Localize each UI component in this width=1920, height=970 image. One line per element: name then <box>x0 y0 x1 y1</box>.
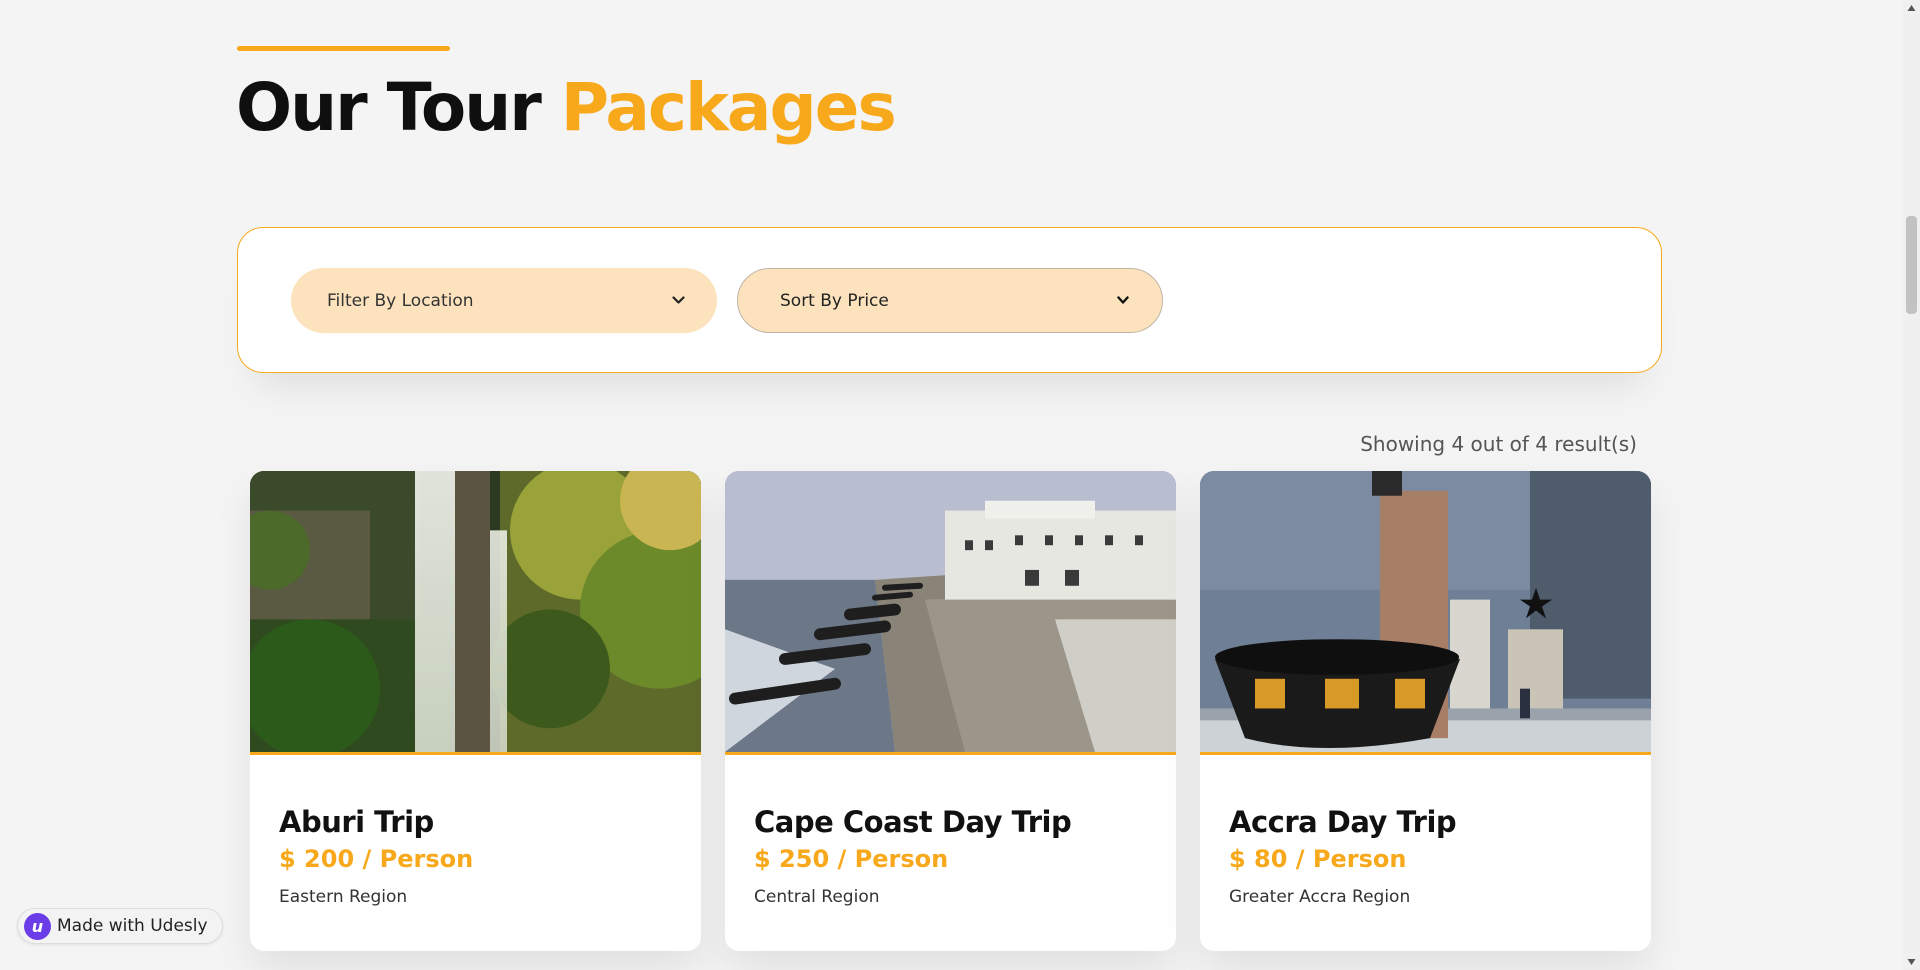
sort-price-select[interactable]: Sort By Price <box>737 268 1163 333</box>
tour-card[interactable]: Cape Coast Day Trip $ 250 / Person Centr… <box>725 471 1176 951</box>
page-scrollbar[interactable] <box>1903 0 1920 970</box>
tour-name: Accra Day Trip <box>1229 805 1457 839</box>
results-count: Showing 4 out of 4 result(s) <box>1360 432 1637 456</box>
title-accent-bar <box>237 46 450 51</box>
tour-price: $ 200 / Person <box>279 845 474 873</box>
page-title-part2: Packages <box>560 69 897 146</box>
tour-image-waterfall <box>250 471 701 755</box>
tour-price: $ 250 / Person <box>754 845 949 873</box>
udesly-logo-icon: u <box>24 912 51 940</box>
chevron-down-icon <box>1116 294 1130 308</box>
scroll-up-icon[interactable] <box>1907 4 1916 13</box>
page-title-part1: Our Tour <box>236 69 542 146</box>
filter-location-label: Filter By Location <box>327 290 474 311</box>
scrollbar-thumb[interactable] <box>1906 216 1917 314</box>
tour-price: $ 80 / Person <box>1229 845 1407 873</box>
tour-region: Greater Accra Region <box>1229 887 1411 907</box>
tour-image-castle <box>725 471 1176 755</box>
tour-region: Eastern Region <box>279 887 408 907</box>
scroll-down-icon[interactable] <box>1907 957 1916 966</box>
filter-panel: Filter By Location Sort By Price <box>237 227 1662 373</box>
tour-name: Aburi Trip <box>279 805 434 839</box>
made-with-udesly-badge[interactable]: u Made with Udesly <box>17 908 223 944</box>
filter-location-select[interactable]: Filter By Location <box>291 268 717 333</box>
udesly-badge-label: Made with Udesly <box>57 916 208 936</box>
sort-price-label: Sort By Price <box>780 290 889 311</box>
tour-image-monument <box>1200 471 1651 755</box>
tour-name: Cape Coast Day Trip <box>754 805 1072 839</box>
tour-region: Central Region <box>754 887 880 907</box>
chevron-down-icon <box>671 294 685 308</box>
tour-card[interactable]: Aburi Trip $ 200 / Person Eastern Region <box>250 471 701 951</box>
page-title: Our Tour Packages <box>236 68 897 148</box>
tour-card[interactable]: Accra Day Trip $ 80 / Person Greater Acc… <box>1200 471 1651 951</box>
